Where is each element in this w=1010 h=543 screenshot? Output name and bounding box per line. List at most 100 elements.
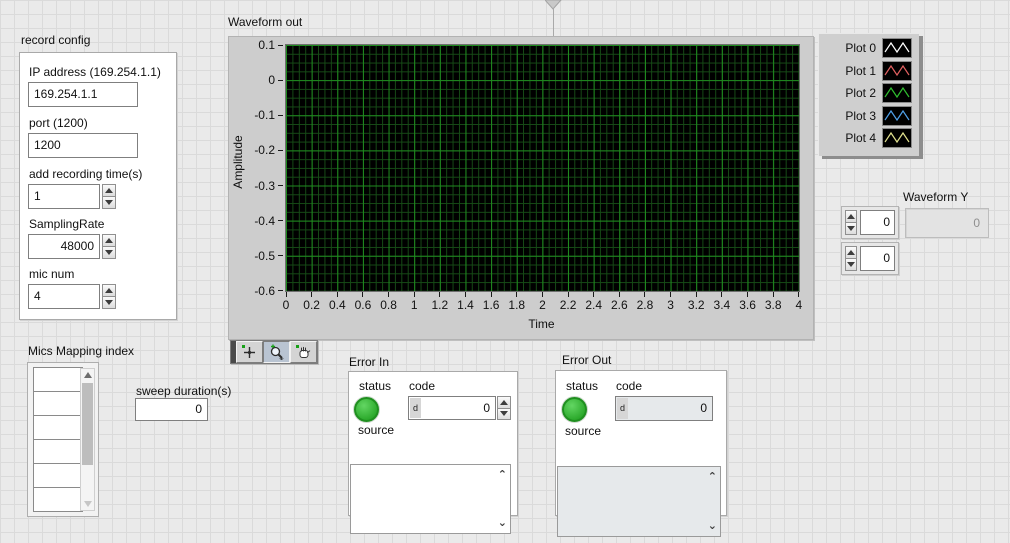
x-tick-label: 1.6 bbox=[483, 298, 500, 312]
array-scrollbar[interactable] bbox=[80, 368, 95, 511]
x-tick-label: 3.8 bbox=[765, 298, 782, 312]
x-tick-mark bbox=[670, 292, 671, 297]
x-tick-mark bbox=[542, 292, 543, 297]
source-field[interactable]: ⌃ ⌄ bbox=[350, 464, 511, 534]
array-cell[interactable] bbox=[33, 487, 83, 512]
x-tick-label: 3.2 bbox=[688, 298, 705, 312]
legend-plot-label: Plot 2 bbox=[845, 86, 876, 100]
waveform-y-value-indicator: 0 bbox=[905, 208, 989, 238]
source-label: source bbox=[565, 424, 601, 438]
y-tick-mark bbox=[278, 185, 283, 186]
mic-num-field[interactable]: 4 bbox=[28, 284, 100, 309]
status-label: status bbox=[359, 379, 391, 393]
up-arrow-icon bbox=[105, 238, 113, 243]
plot-area[interactable] bbox=[285, 44, 800, 292]
decrement-button[interactable] bbox=[102, 246, 116, 259]
scroll-up-icon[interactable]: ⌃ bbox=[498, 470, 507, 480]
code-value: 0 bbox=[409, 397, 495, 419]
decrement-button[interactable] bbox=[845, 222, 857, 235]
x-tick-mark bbox=[644, 292, 645, 297]
legend-plot-label: Plot 1 bbox=[845, 64, 876, 78]
code-spinner bbox=[497, 396, 511, 420]
code-value: 0 bbox=[616, 397, 712, 419]
x-tick-label: 4 bbox=[795, 298, 802, 312]
waveform-sample-icon bbox=[883, 84, 911, 102]
legend-row[interactable]: Plot 4 bbox=[819, 127, 919, 150]
array-cell[interactable] bbox=[33, 463, 83, 488]
mics-mapping-array bbox=[27, 362, 99, 517]
x-axis-label: Time bbox=[285, 317, 798, 331]
port-field[interactable]: 1200 bbox=[28, 133, 138, 158]
decrement-button[interactable] bbox=[102, 296, 116, 309]
pane-splitter-line[interactable] bbox=[553, 9, 554, 36]
index-spinner bbox=[845, 210, 857, 235]
x-tick-label: 0.8 bbox=[380, 298, 397, 312]
y-tick-mark bbox=[278, 80, 283, 81]
scroll-up-icon[interactable] bbox=[84, 372, 92, 378]
scroll-up-icon[interactable]: ⌃ bbox=[708, 472, 717, 482]
x-tick-label: 3.6 bbox=[739, 298, 756, 312]
decrement-button[interactable] bbox=[102, 196, 116, 209]
x-tick-label: 1.4 bbox=[457, 298, 474, 312]
waveform-sample-icon bbox=[883, 39, 911, 57]
y-tick-mark bbox=[278, 290, 283, 291]
x-tick-label: 2 bbox=[539, 298, 546, 312]
radix-indicator[interactable]: d bbox=[410, 398, 421, 418]
zoom-tool-button[interactable] bbox=[263, 341, 290, 363]
error-in-label: Error In bbox=[349, 355, 389, 369]
legend-plot-swatch bbox=[882, 61, 912, 81]
error-out-cluster: status code d 0 source ⌃ ⌄ bbox=[555, 370, 727, 516]
up-arrow-icon bbox=[847, 214, 855, 219]
x-tick-label: 0.4 bbox=[329, 298, 346, 312]
up-arrow-icon bbox=[500, 400, 508, 405]
down-arrow-icon bbox=[105, 300, 113, 305]
scroll-thumb[interactable] bbox=[82, 383, 93, 465]
mic-num-label: mic num bbox=[29, 267, 168, 281]
x-tick-label: 2.8 bbox=[637, 298, 654, 312]
array-cell[interactable] bbox=[33, 415, 83, 440]
y-tick-label: -0.1 bbox=[254, 108, 275, 122]
scroll-down-icon[interactable]: ⌄ bbox=[708, 521, 717, 531]
x-tick-mark bbox=[747, 292, 748, 297]
legend-row[interactable]: Plot 0 bbox=[819, 37, 919, 60]
radix-indicator: d bbox=[617, 398, 628, 419]
down-arrow-icon bbox=[847, 226, 855, 231]
mics-mapping-label: Mics Mapping index bbox=[28, 344, 134, 358]
legend-plot-label: Plot 3 bbox=[845, 109, 876, 123]
add-recording-time-field[interactable]: 1 bbox=[28, 184, 100, 209]
legend-row[interactable]: Plot 2 bbox=[819, 82, 919, 105]
x-tick-label: 1.2 bbox=[432, 298, 449, 312]
y-tick-label: -0.4 bbox=[254, 214, 275, 228]
scroll-down-icon[interactable]: ⌄ bbox=[498, 518, 507, 528]
cursor-tool-button[interactable] bbox=[236, 341, 263, 363]
x-tick-mark bbox=[362, 292, 363, 297]
array-cell[interactable] bbox=[33, 391, 83, 416]
sweep-duration-field[interactable]: 0 bbox=[135, 398, 208, 421]
decrement-button[interactable] bbox=[497, 408, 511, 421]
x-tick-label: 3.4 bbox=[714, 298, 731, 312]
decrement-button[interactable] bbox=[845, 258, 857, 271]
code-field[interactable]: d 0 bbox=[408, 396, 496, 420]
y-tick-label: -0.2 bbox=[254, 143, 275, 157]
sampling-rate-field[interactable]: 48000 bbox=[28, 234, 100, 259]
plot-legend: Plot 0 Plot 1 Plot 2 Plot 3 bbox=[818, 33, 919, 156]
legend-row[interactable]: Plot 1 bbox=[819, 60, 919, 83]
down-arrow-icon bbox=[105, 200, 113, 205]
array-cell[interactable] bbox=[33, 439, 83, 464]
array-cell[interactable] bbox=[33, 367, 83, 392]
code-label: code bbox=[409, 379, 435, 393]
error-out-label: Error Out bbox=[562, 353, 611, 367]
index-field[interactable]: 0 bbox=[860, 246, 895, 271]
legend-row[interactable]: Plot 3 bbox=[819, 105, 919, 128]
index-field[interactable]: 0 bbox=[860, 210, 895, 235]
x-tick-mark bbox=[465, 292, 466, 297]
ip-address-field[interactable]: 169.254.1.1 bbox=[28, 82, 138, 107]
crosshair-icon bbox=[241, 344, 258, 360]
legend-plot-swatch bbox=[882, 83, 912, 103]
x-tick-mark bbox=[696, 292, 697, 297]
pan-tool-button[interactable] bbox=[290, 341, 317, 363]
ip-address-label: IP address (169.254.1.1) bbox=[29, 65, 168, 79]
add-recording-time-spinner bbox=[102, 184, 116, 209]
x-tick-label: 2.2 bbox=[560, 298, 577, 312]
scroll-down-icon[interactable] bbox=[84, 501, 92, 507]
